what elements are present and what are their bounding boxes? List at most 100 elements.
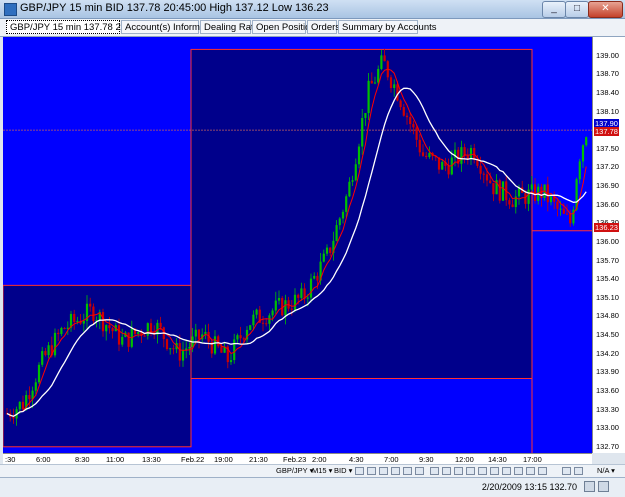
candle-body: [367, 80, 370, 114]
side-dropdown[interactable]: BID ▾: [334, 466, 352, 476]
candle-body: [274, 300, 277, 311]
line-icon[interactable]: [379, 467, 388, 475]
candle-body: [581, 145, 585, 162]
y-tick-label: 134.20: [596, 348, 619, 358]
na-dropdown[interactable]: N/A ▾: [597, 466, 615, 476]
candle-body: [255, 309, 258, 315]
close-button[interactable]: ✕: [588, 1, 623, 18]
candle-body: [441, 162, 444, 170]
candle-body: [569, 213, 572, 224]
price-chart[interactable]: [3, 37, 592, 453]
expand-icon[interactable]: [574, 467, 583, 475]
candle-body: [399, 100, 402, 108]
candle-body: [482, 173, 485, 175]
tab-open-positions[interactable]: Open Positions: [252, 20, 320, 34]
candle-body: [277, 298, 281, 301]
candle-body: [418, 139, 421, 153]
symbol-dropdown[interactable]: GBP/JPY ▾: [276, 466, 313, 476]
candle-body: [485, 174, 489, 181]
candle-body: [242, 338, 245, 340]
candle-body: [489, 180, 492, 184]
candle-body: [364, 113, 367, 118]
search-icon[interactable]: [415, 467, 424, 475]
candle-body: [524, 192, 527, 204]
maximize-button[interactable]: □: [565, 1, 589, 18]
candle-body: [12, 416, 15, 419]
candle-body: [325, 247, 329, 254]
fibonacci-icon[interactable]: [514, 467, 523, 475]
candle-body: [111, 328, 114, 332]
candle-body: [565, 213, 569, 215]
settings-icon[interactable]: [538, 467, 547, 475]
candle-body: [329, 247, 332, 254]
tab-bar: GBP/JPY 15 min 137.78 20:45:00 Account(s…: [0, 19, 625, 37]
candle-body: [556, 201, 559, 209]
arrow-icon[interactable]: [562, 467, 571, 475]
chart-toolbar: GBP/JPY ▾ M15 ▾ BID ▾ N/A ▾: [0, 464, 625, 477]
candle-body: [252, 314, 255, 326]
candle-body: [469, 148, 473, 160]
tab-summary-by-accounts[interactable]: Summary by Accounts: [338, 20, 437, 34]
indicator-icon[interactable]: [526, 467, 535, 475]
candle-body: [322, 253, 325, 262]
candle-body: [44, 351, 47, 356]
price-axis[interactable]: 139.00138.70138.40138.10137.80137.50137.…: [592, 37, 625, 453]
candle-body: [345, 196, 348, 212]
candle-body: [341, 211, 345, 219]
candle-body: [53, 332, 57, 356]
candle-body: [421, 152, 425, 156]
tab-orders[interactable]: Orders: [307, 20, 340, 34]
candle-body: [578, 161, 581, 180]
text-icon[interactable]: [490, 467, 499, 475]
candle-body: [377, 68, 380, 83]
minimize-button[interactable]: _: [542, 1, 566, 18]
tab-chart[interactable]: GBP/JPY 15 min 137.78 20:45:00: [6, 20, 152, 34]
zoom-out-icon[interactable]: [403, 467, 412, 475]
zoom-in-icon[interactable]: [391, 467, 400, 475]
status-price: 132.70: [549, 482, 577, 492]
x-tick-label: 6:00: [36, 455, 51, 464]
candle-body: [172, 348, 175, 350]
candle-icon[interactable]: [355, 467, 364, 475]
y-tick-label: 135.10: [596, 292, 619, 302]
candle-body: [389, 77, 393, 89]
bar-icon[interactable]: [367, 467, 376, 475]
y-tick-label: 132.70: [596, 441, 619, 451]
trendline-icon[interactable]: [466, 467, 475, 475]
x-tick-label: 11:00: [106, 455, 125, 464]
channel-icon[interactable]: [502, 467, 511, 475]
y-tick-label: 133.30: [596, 404, 619, 414]
period-dropdown[interactable]: M15 ▾: [312, 466, 332, 476]
y-tick-label: 133.00: [596, 423, 619, 433]
candle-body: [351, 180, 354, 182]
candle-body: [293, 294, 297, 310]
y-tick-label: 138.10: [596, 106, 619, 116]
candle-body: [105, 325, 108, 332]
candle-body: [393, 84, 396, 89]
x-tick-label: 19:00: [214, 455, 233, 464]
candle-body: [159, 322, 162, 328]
candle-body: [425, 155, 428, 158]
x-tick-label: 7:00: [384, 455, 399, 464]
x-tick-label: 13:30: [142, 455, 161, 464]
crosshair-icon[interactable]: [442, 467, 451, 475]
candle-body: [143, 335, 146, 337]
candle-body: [57, 332, 60, 335]
status-readout: 2/20/2009 13:15 132.70: [482, 482, 577, 492]
x-tick-label: 14:30: [488, 455, 507, 464]
y-tick-label: 136.00: [596, 236, 619, 246]
candle-body: [146, 323, 149, 336]
tab-dealing-rates[interactable]: Dealing Rates: [200, 20, 264, 34]
hline-icon[interactable]: [478, 467, 487, 475]
candle-body: [357, 146, 361, 165]
candle-body: [194, 329, 197, 337]
y-tick-label: 138.40: [596, 87, 619, 97]
candle-body: [409, 117, 412, 125]
cursor-icon[interactable]: [430, 467, 439, 475]
tab-account-information[interactable]: Account(s) Information: [121, 20, 221, 34]
candle-body: [383, 55, 386, 62]
pencil-icon[interactable]: [454, 467, 463, 475]
candle-body: [559, 208, 562, 210]
app-icon: [4, 3, 17, 16]
candle-body: [309, 278, 313, 298]
